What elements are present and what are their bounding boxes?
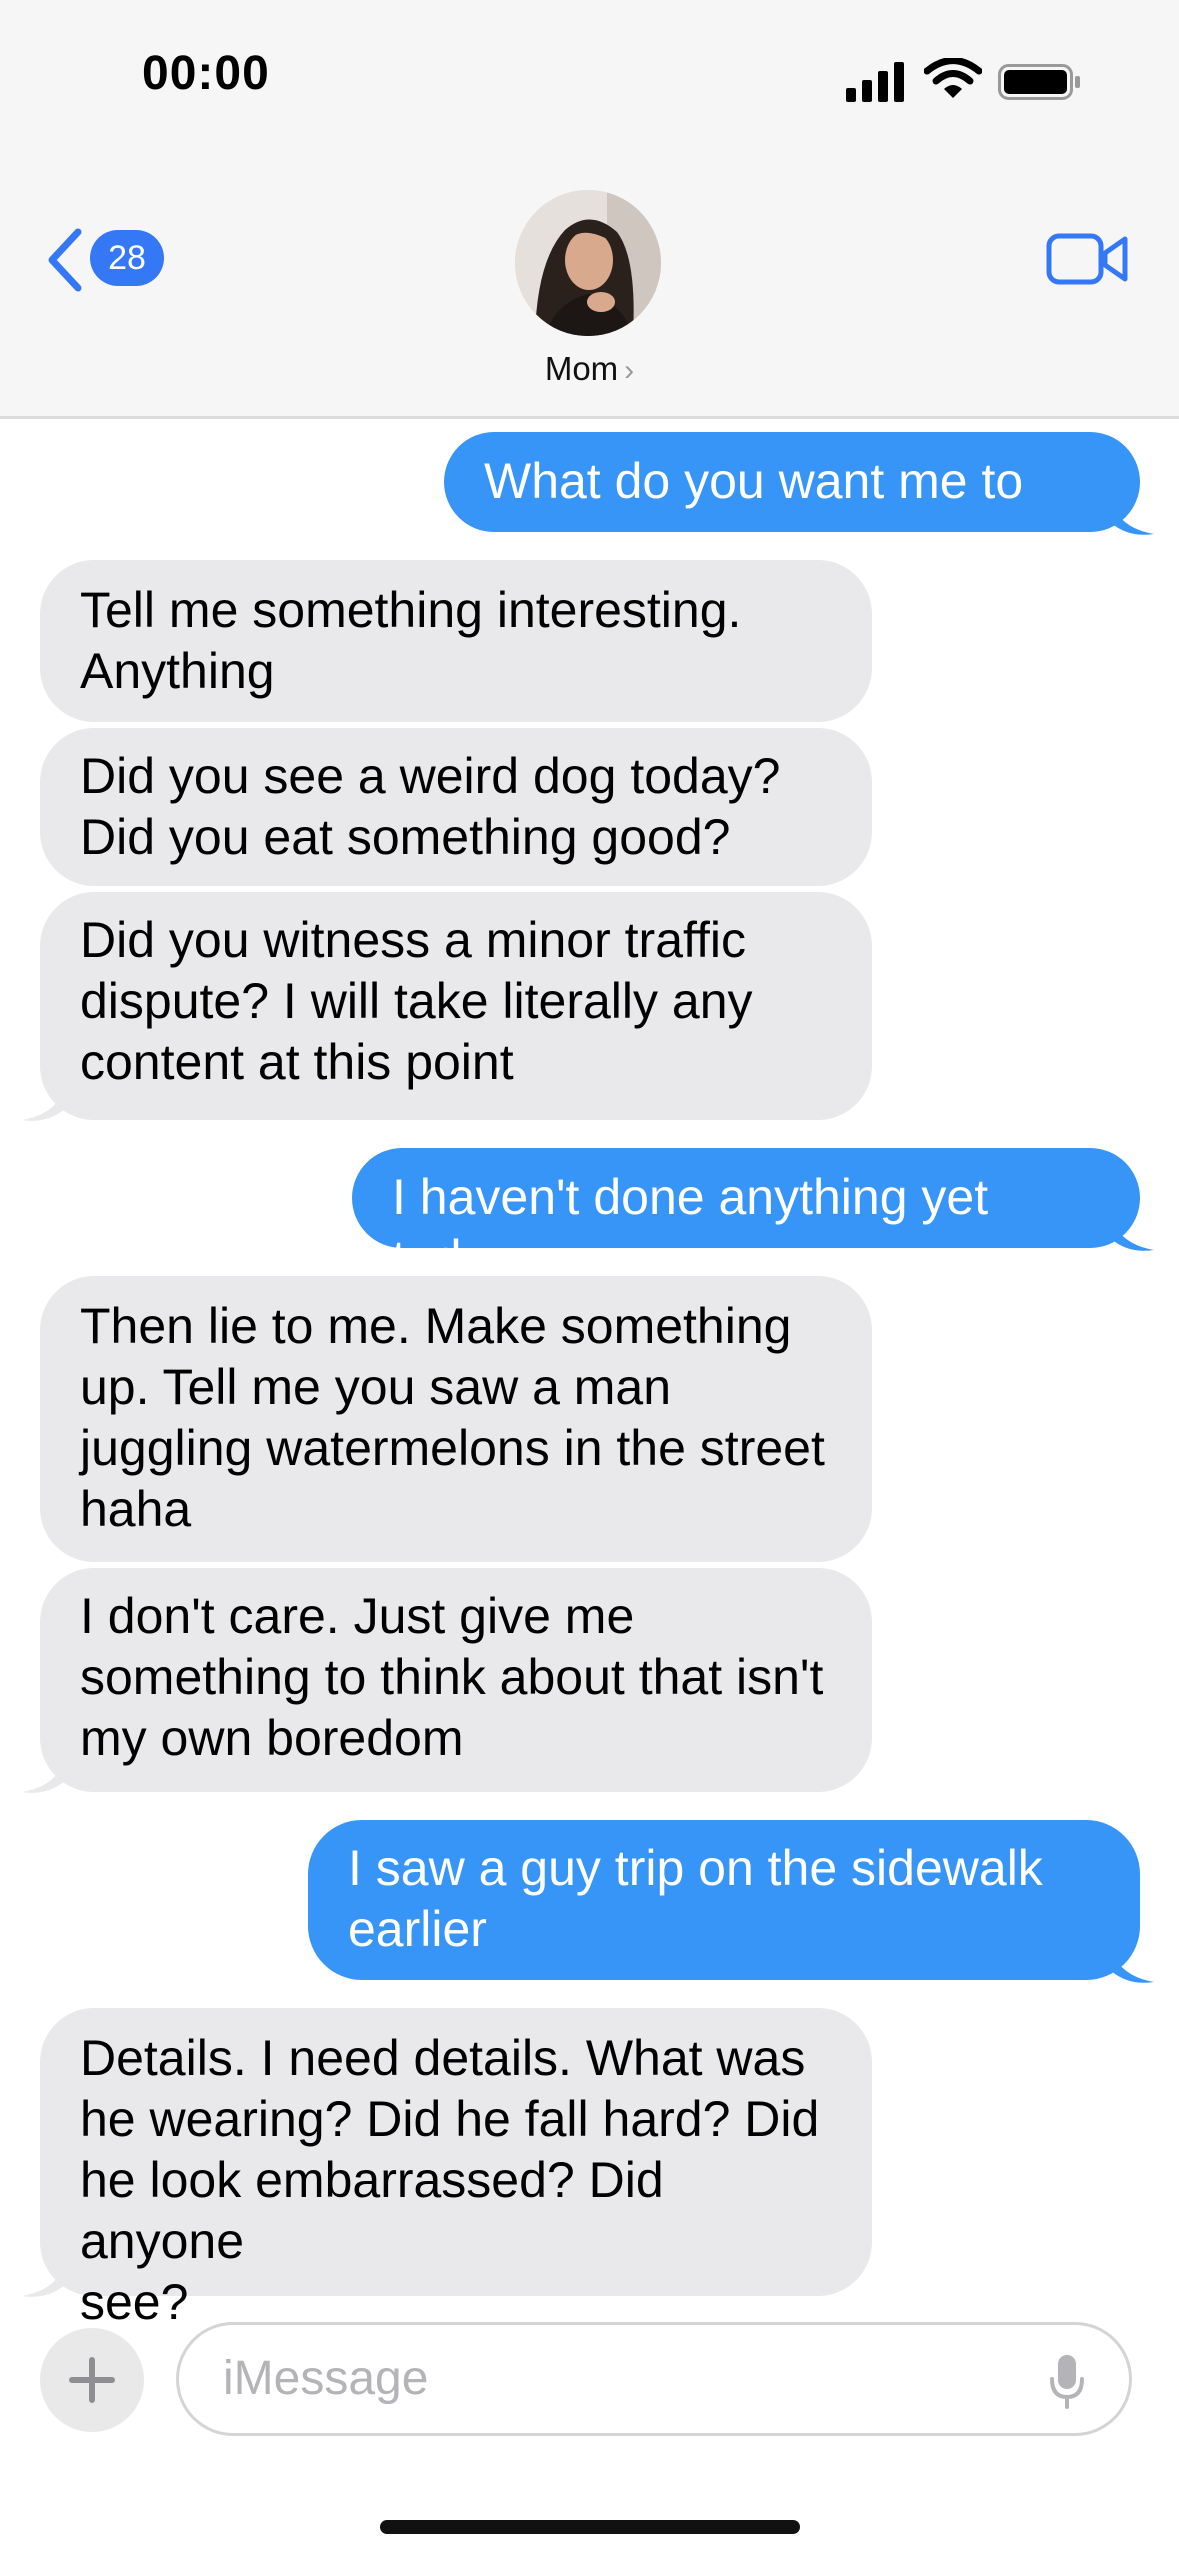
apps-plus-button[interactable]	[40, 2328, 144, 2432]
message-bubble-incoming[interactable]: Did you see a weird dog today? Did you e…	[40, 728, 872, 886]
unread-count-badge: 28	[90, 230, 164, 286]
battery-icon	[998, 64, 1080, 100]
conversation-header: 00:00 28 Mom ›	[0, 0, 1179, 419]
bubble-tail	[22, 2260, 66, 2297]
contact-name-label: Mom	[544, 350, 619, 387]
contact-avatar[interactable]	[515, 190, 661, 336]
contact-name[interactable]: Mom ›	[0, 350, 1179, 388]
home-indicator	[380, 2520, 800, 2534]
signal-icon	[846, 62, 904, 102]
message-bubble-incoming[interactable]: I don't care. Just give me something to …	[40, 1568, 872, 1792]
message-bubble-outgoing[interactable]: I saw a guy trip on the sidewalk earlier	[308, 1820, 1140, 1980]
message-bubble-incoming[interactable]: Tell me something interesting. Anything	[40, 560, 872, 722]
avatar-photo	[515, 190, 661, 336]
message-bubble-incoming[interactable]: Then lie to me. Make something up. Tell …	[40, 1276, 872, 1562]
back-chevron-icon	[48, 228, 82, 292]
status-time: 00:00	[142, 47, 270, 100]
bubble-tail	[1110, 498, 1154, 535]
message-input[interactable]: iMessage	[176, 2322, 1132, 2436]
message-bubble-outgoing[interactable]: What do you want me to say	[444, 432, 1140, 570]
video-camera-icon[interactable]	[1046, 230, 1128, 288]
plus-icon	[69, 2357, 115, 2403]
message-input-placeholder: iMessage	[223, 2352, 429, 2405]
bubble-tail	[1110, 1214, 1154, 1251]
bubble-tail	[1110, 1946, 1154, 1983]
message-bubble-incoming[interactable]: Did you witness a minor traffic dispute?…	[40, 892, 872, 1120]
back-button[interactable]: 28	[46, 224, 176, 294]
bubble-tail	[22, 1756, 66, 1793]
bubble-tail	[22, 1084, 66, 1121]
messages-screen: 00:00 28 Mom › What do you want me to sa…	[0, 0, 1179, 2556]
message-bubble-outgoing[interactable]: I haven't done anything yet today	[352, 1148, 1140, 1286]
wifi-icon	[924, 58, 982, 98]
contact-chevron-icon: ›	[624, 354, 635, 387]
microphone-icon[interactable]	[1049, 2353, 1085, 2411]
message-bubble-incoming[interactable]: Details. I need details. What was he wea…	[40, 2008, 872, 2330]
